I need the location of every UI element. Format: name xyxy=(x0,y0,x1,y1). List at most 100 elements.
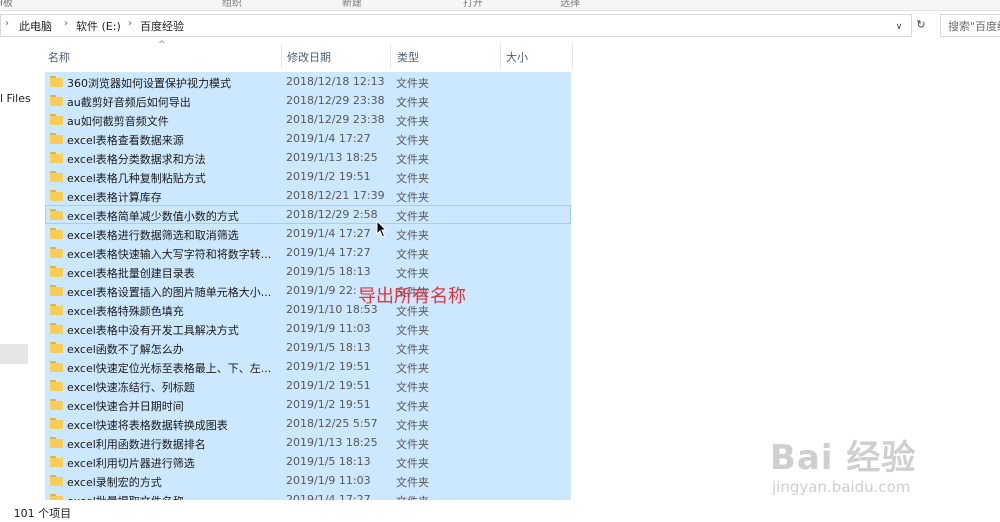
file-row[interactable]: excel表格批量创建目录表 2019/1/5 18:13 文件夹 xyxy=(45,262,571,281)
file-type: 文件夹 xyxy=(396,191,429,204)
status-item-count: ﾠ 101 个项目 xyxy=(0,507,72,520)
file-row[interactable]: excel快速将表格数据转换成图表 2018/12/25 5:57 文件夹 xyxy=(45,414,571,433)
file-type: 文件夹 xyxy=(396,324,429,337)
folder-icon xyxy=(50,399,63,410)
file-row[interactable]: excel快速定位光标至表格最上、下、左... 2019/1/2 19:51 文件夹 xyxy=(45,357,571,376)
folder-icon xyxy=(50,380,63,391)
file-type: 文件夹 xyxy=(396,476,429,489)
file-name: excel利用函数进行数据排名 xyxy=(67,438,206,451)
file-name: excel录制宏的方式 xyxy=(67,476,162,489)
file-row[interactable]: excel表格简单减少数值小数的方式 2018/12/29 2:58 文件夹 xyxy=(45,205,571,224)
file-row[interactable]: excel表格特殊颜色填充 2019/1/10 18:53 文件夹 xyxy=(45,300,571,319)
file-row[interactable]: au截剪好音频后如何导出 2018/12/29 23:38 文件夹 xyxy=(45,91,571,110)
file-modified-date: 2019/1/13 18:25 xyxy=(286,151,378,164)
column-divider[interactable] xyxy=(390,44,391,68)
file-type: 文件夹 xyxy=(396,343,429,356)
watermark: Bai 经验 jingyan.baidu.com xyxy=(770,430,1000,522)
file-row[interactable]: excel利用函数进行数据排名 2019/1/13 18:25 文件夹 xyxy=(45,433,571,452)
navigation-pane[interactable]: l Files xyxy=(0,40,31,502)
file-modified-date: 2019/1/2 19:51 xyxy=(286,379,371,392)
file-row[interactable]: excel表格设置插入的图片随单元格大小... 2019/1/9 22: 文件夹 xyxy=(45,281,571,300)
breadcrumb-this-pc[interactable]: 此电脑 xyxy=(19,18,52,34)
file-modified-date: 2019/1/4 17:27 xyxy=(286,246,371,259)
column-header-name[interactable]: 名称 xyxy=(48,49,70,65)
chevron-right-icon[interactable]: › xyxy=(64,18,68,29)
file-name: excel表格设置插入的图片随单元格大小... xyxy=(67,286,271,299)
file-type: 文件夹 xyxy=(396,457,429,470)
folder-icon xyxy=(50,114,63,125)
file-modified-date: 2018/12/18 12:13 xyxy=(286,75,385,88)
file-row[interactable]: excel批量提取文件名称 2019/1/4 17:27 文件夹 xyxy=(45,490,571,500)
breadcrumb-current-folder[interactable]: 百度经验 xyxy=(140,18,184,34)
search-input[interactable]: 搜索"百度经 xyxy=(940,14,1000,37)
file-modified-date: 2018/12/29 2:58 xyxy=(286,208,378,221)
file-row[interactable]: 360浏览器如何设置保护视力模式 2018/12/18 12:13 文件夹 xyxy=(45,72,571,91)
file-name: excel表格几种复制粘贴方式 xyxy=(67,172,206,185)
sort-ascending-icon: ^ xyxy=(158,40,166,50)
folder-icon xyxy=(50,285,63,296)
file-row[interactable]: excel表格几种复制粘贴方式 2019/1/2 19:51 文件夹 xyxy=(45,167,571,186)
chevron-down-icon[interactable]: ∨ xyxy=(890,18,908,37)
search-placeholder: 搜索"百度经 xyxy=(948,20,1000,33)
file-modified-date: 2019/1/5 18:13 xyxy=(286,341,371,354)
column-header-date[interactable]: 修改日期 xyxy=(287,49,331,65)
file-row[interactable]: excel表格分类数据求和方法 2019/1/13 18:25 文件夹 xyxy=(45,148,571,167)
file-row[interactable]: excel快速冻结行、列标题 2019/1/2 19:51 文件夹 xyxy=(45,376,571,395)
file-name: excel表格批量创建目录表 xyxy=(67,267,195,280)
folder-icon xyxy=(50,133,63,144)
file-name: excel表格特殊颜色填充 xyxy=(67,305,184,318)
ribbon-group-organize[interactable]: 组织 xyxy=(222,0,242,9)
folder-icon xyxy=(50,76,63,87)
file-name: excel表格快速输入大写字符和将数字转... xyxy=(67,248,271,261)
file-modified-date: 2019/1/2 19:51 xyxy=(286,170,371,183)
file-type: 文件夹 xyxy=(396,248,429,261)
file-type: 文件夹 xyxy=(396,134,429,147)
file-modified-date: 2019/1/4 17:27 xyxy=(286,227,371,240)
file-row[interactable]: excel表格查看数据来源 2019/1/4 17:27 文件夹 xyxy=(45,129,571,148)
column-header-type[interactable]: 类型 xyxy=(397,49,419,65)
ribbon-group-new[interactable]: 新建 xyxy=(342,0,362,9)
breadcrumb-drive-e[interactable]: 软件 (E:) xyxy=(76,18,121,34)
ribbon-group-select[interactable]: 选择 xyxy=(560,0,580,9)
file-row[interactable]: excel表格中没有开发工具解决方式 2019/1/9 11:03 文件夹 xyxy=(45,319,571,338)
folder-icon xyxy=(50,475,63,486)
chevron-right-icon[interactable]: › xyxy=(128,18,132,29)
file-type: 文件夹 xyxy=(396,115,429,128)
column-divider[interactable] xyxy=(500,44,501,68)
file-name: excel快速将表格数据转换成图表 xyxy=(67,419,228,432)
file-modified-date: 2019/1/4 17:27 xyxy=(286,493,371,500)
file-type: 文件夹 xyxy=(396,493,429,500)
address-bar[interactable]: › 此电脑 › 软件 (E:) › 百度经验 ∨ xyxy=(0,14,912,37)
column-divider[interactable] xyxy=(572,44,573,68)
file-modified-date: 2019/1/9 11:03 xyxy=(286,322,371,335)
file-modified-date: 2019/1/5 18:13 xyxy=(286,265,371,278)
file-row[interactable]: excel表格计算库存 2018/12/21 17:39 文件夹 xyxy=(45,186,571,205)
chevron-right-icon[interactable]: › xyxy=(5,18,9,29)
file-name: excel快速合并日期时间 xyxy=(67,400,184,413)
ribbon-group-open[interactable]: 打开 xyxy=(463,0,483,9)
file-row[interactable]: excel利用切片器进行筛选 2019/1/5 18:13 文件夹 xyxy=(45,452,571,471)
file-row[interactable]: excel函数不了解怎么办 2019/1/5 18:13 文件夹 xyxy=(45,338,571,357)
file-row[interactable]: excel表格进行数据筛选和取消筛选 2019/1/4 17:27 文件夹 xyxy=(45,224,571,243)
column-header-size[interactable]: 大小 xyxy=(506,49,528,65)
ribbon-left-label[interactable]: ł板 xyxy=(0,0,13,9)
file-row[interactable]: excel表格快速输入大写字符和将数字转... 2019/1/4 17:27 文件夹 xyxy=(45,243,571,262)
file-row[interactable]: excel录制宏的方式 2019/1/9 11:03 文件夹 xyxy=(45,471,571,490)
folder-icon xyxy=(50,152,63,163)
file-modified-date: 2019/1/9 22: xyxy=(286,284,357,297)
file-row[interactable]: excel快速合并日期时间 2019/1/2 19:51 文件夹 xyxy=(45,395,571,414)
watermark-url: jingyan.baidu.com xyxy=(772,478,911,496)
file-name: excel表格进行数据筛选和取消筛选 xyxy=(67,229,239,242)
folder-icon xyxy=(50,342,63,353)
file-name: excel函数不了解怎么办 xyxy=(67,343,184,356)
file-list[interactable]: 360浏览器如何设置保护视力模式 2018/12/18 12:13 文件夹 au截剪好… xyxy=(45,72,571,500)
column-divider[interactable] xyxy=(281,44,282,68)
refresh-icon[interactable]: ↻ xyxy=(912,15,930,34)
nav-item-selected[interactable] xyxy=(0,344,28,364)
file-row[interactable]: au如何截剪音频文件 2018/12/29 23:38 文件夹 xyxy=(45,110,571,129)
nav-item-files[interactable]: l Files xyxy=(0,92,31,105)
file-name: au如何截剪音频文件 xyxy=(67,115,169,128)
file-type: 文件夹 xyxy=(396,229,429,242)
folder-icon xyxy=(50,209,63,220)
file-name: au截剪好音频后如何导出 xyxy=(67,96,191,109)
